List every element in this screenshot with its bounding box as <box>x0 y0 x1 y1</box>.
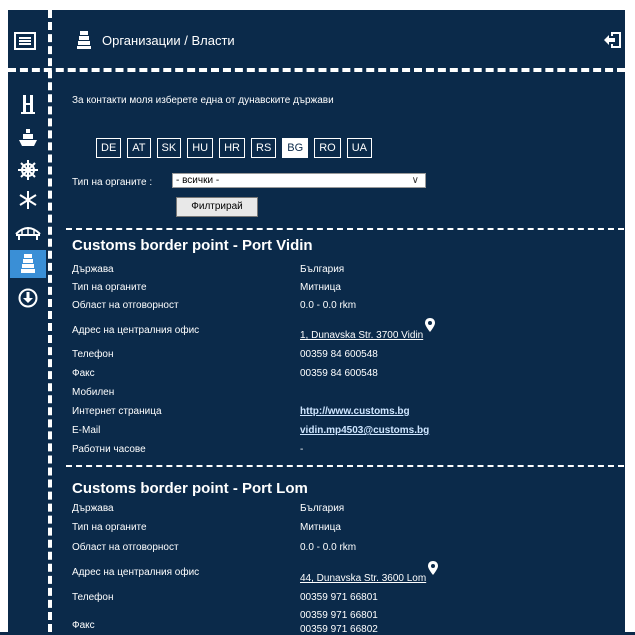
snowflake-icon[interactable] <box>10 186 46 214</box>
country-button-de[interactable]: DE <box>96 138 122 158</box>
email-link[interactable]: vidin.mp4503@customs.bg <box>300 425 429 436</box>
map-pin-icon[interactable] <box>428 561 439 575</box>
page-title: Организации / Власти <box>102 33 235 48</box>
country-button-ua[interactable]: UA <box>346 138 372 158</box>
fax-label: Факс <box>72 620 95 631</box>
entry-separator <box>66 228 624 230</box>
frame-border-right <box>625 0 635 632</box>
fax-value: 00359 84 600548 <box>300 368 378 379</box>
type-filter-value: - всички - <box>176 175 220 186</box>
phone-label: Телефон <box>72 592 114 603</box>
fax-value-secondary: 00359 971 66802 <box>300 624 378 635</box>
working-hours-value: - <box>300 444 304 455</box>
country-button-at[interactable]: AT <box>127 138 151 158</box>
filter-button[interactable]: Филтрирай <box>176 197 258 217</box>
country-button-rs[interactable]: RS <box>251 138 277 158</box>
country-label: Държава <box>72 264 114 275</box>
ship-icon[interactable] <box>10 124 46 152</box>
logout-icon[interactable] <box>603 30 623 50</box>
sidebar-divider <box>48 10 52 632</box>
ship-wheel-icon[interactable] <box>10 156 46 184</box>
email-label: E-Mail <box>72 425 101 436</box>
address-link[interactable]: 44, Dunavska Str. 3600 Lom <box>300 573 426 584</box>
responsibility-area-label: Област на отговорност <box>72 542 179 553</box>
working-hours-label: Работни часове <box>72 444 146 455</box>
frame-border-left <box>0 0 8 632</box>
address-value[interactable]: 44, Dunavska Str. 3600 Lom <box>300 561 439 584</box>
country-value: България <box>300 264 345 275</box>
entry-title: Customs border point - Port Vidin <box>72 237 313 254</box>
country-selector: DE AT SK HU HR RS BG RO UA <box>96 138 372 158</box>
mobile-label: Мобилен <box>72 387 115 398</box>
country-button-sk[interactable]: SK <box>156 138 182 158</box>
chevron-down-icon: ∨ <box>411 175 419 186</box>
entry-title: Customs border point - Port Lom <box>72 480 308 497</box>
download-icon[interactable] <box>10 284 46 312</box>
beacon-icon[interactable] <box>10 250 46 278</box>
authority-type-label: Тип на органите <box>72 522 147 533</box>
website-label: Интернет страница <box>72 406 162 417</box>
type-filter-label: Тип на органите : <box>72 177 153 188</box>
country-label: Държава <box>72 503 114 514</box>
country-value: България <box>300 503 345 514</box>
country-button-ro[interactable]: RO <box>314 138 341 158</box>
phone-value: 00359 971 66801 <box>300 592 378 603</box>
address-link[interactable]: 1, Dunavska Str. 3700 Vidin <box>300 330 423 341</box>
frame-border-top <box>0 0 635 10</box>
map-pin-icon[interactable] <box>425 318 436 332</box>
fax-label: Факс <box>72 368 95 379</box>
country-button-hu[interactable]: HU <box>187 138 214 158</box>
fax-value: 00359 971 66801 <box>300 610 378 621</box>
header-bar: Организации / Власти <box>8 10 625 70</box>
country-button-hr[interactable]: HR <box>219 138 245 158</box>
responsibility-area-label: Област на отговорност <box>72 300 179 311</box>
phone-label: Телефон <box>72 349 114 360</box>
bridge-icon[interactable] <box>10 218 46 246</box>
responsibility-area-value: 0.0 - 0.0 rkm <box>300 542 357 553</box>
authority-type-label: Тип на органите <box>72 282 147 293</box>
type-filter-select[interactable]: - всички - ∨ <box>172 173 426 188</box>
authority-type-value: Митница <box>300 282 341 293</box>
address-value[interactable]: 1, Dunavska Str. 3700 Vidin <box>300 318 436 341</box>
header-divider <box>8 68 625 72</box>
entry-separator <box>66 465 624 467</box>
address-label: Адрес на централния офис <box>72 567 200 578</box>
country-button-bg[interactable]: BG <box>282 138 309 158</box>
intro-text: За контакти моля изберете една от дунавс… <box>72 95 334 106</box>
website-link[interactable]: http://www.customs.bg <box>300 406 410 417</box>
responsibility-area-value: 0.0 - 0.0 rkm <box>300 300 357 311</box>
beacon-icon <box>76 30 92 50</box>
lock-gate-icon[interactable] <box>10 90 46 118</box>
phone-value: 00359 84 600548 <box>300 349 378 360</box>
address-label: Адрес на централния офис <box>72 325 200 336</box>
authority-type-value: Митница <box>300 522 341 533</box>
menu-icon[interactable] <box>14 32 36 50</box>
